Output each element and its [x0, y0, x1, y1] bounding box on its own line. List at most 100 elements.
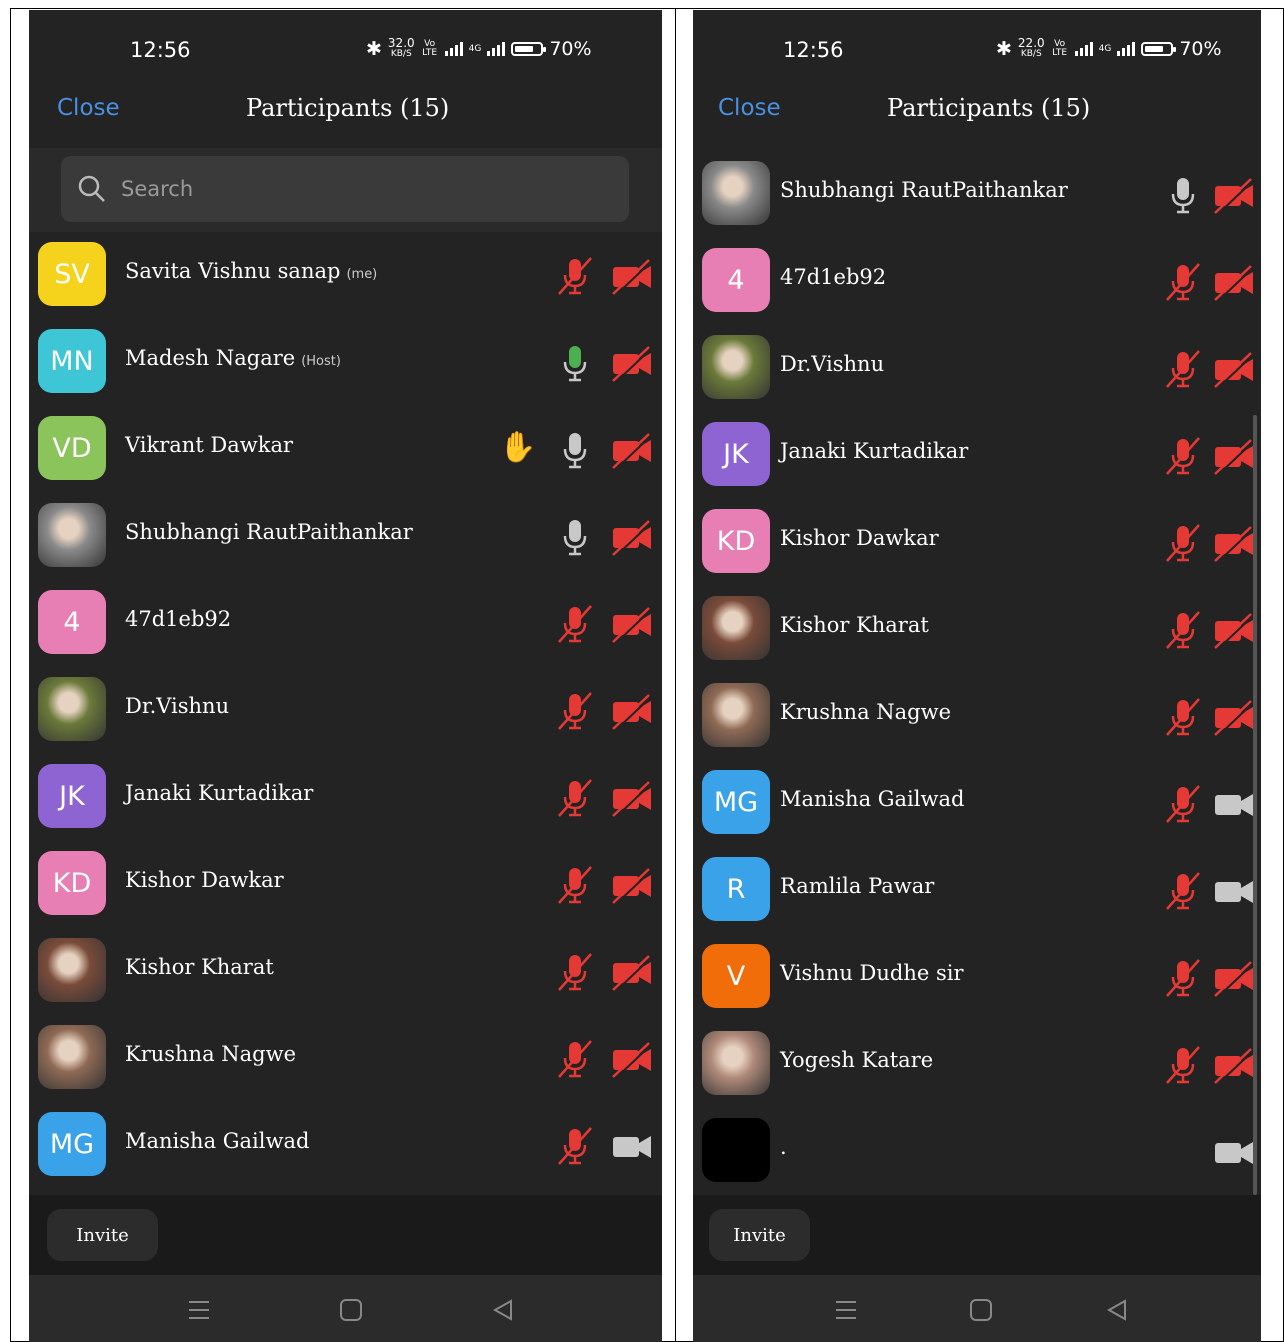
mic-muted-icon[interactable] — [1163, 1045, 1203, 1089]
participant-row[interactable]: Kishor Kharat — [29, 928, 662, 1015]
participant-row[interactable]: 4 47d1eb92 — [29, 580, 662, 667]
back-icon[interactable] — [491, 1299, 515, 1321]
mic-muted-icon[interactable] — [555, 256, 595, 300]
mic-muted-icon[interactable] — [1163, 784, 1203, 828]
menu-icon[interactable] — [187, 1299, 211, 1321]
avatar-photo — [702, 1031, 770, 1095]
search-placeholder: Search — [121, 177, 194, 201]
participant-row[interactable]: KD Kishor Dawkar — [693, 499, 1261, 586]
mic-muted-icon[interactable] — [1163, 697, 1203, 741]
mic-muted-icon[interactable] — [555, 604, 595, 648]
participant-row[interactable]: SV Savita Vishnu sanap (me) — [29, 232, 662, 319]
participant-row[interactable]: R Ramlila Pawar — [693, 847, 1261, 934]
participant-name: Janaki Kurtadikar — [780, 439, 968, 463]
video-off-icon[interactable] — [1213, 523, 1255, 567]
video-off-icon[interactable] — [1213, 262, 1255, 306]
participant-row[interactable]: MN Madesh Nagare (Host) — [29, 319, 662, 406]
participant-row[interactable]: KD Kishor Dawkar — [29, 841, 662, 928]
participant-row[interactable]: JK Janaki Kurtadikar — [693, 412, 1261, 499]
mic-muted-icon[interactable] — [555, 1126, 595, 1170]
mic-muted-icon[interactable] — [555, 778, 595, 822]
video-off-icon[interactable] — [611, 691, 653, 735]
participant-row[interactable]: Dr.Vishnu — [693, 325, 1261, 412]
video-off-icon[interactable] — [611, 865, 653, 909]
mic-icon[interactable] — [555, 343, 595, 387]
invite-button[interactable]: Invite — [47, 1209, 158, 1261]
raised-hand-icon: ✋ — [499, 430, 537, 465]
participant-name: . — [780, 1135, 787, 1159]
video-off-icon[interactable] — [611, 343, 653, 387]
screenshot-right: 12:56 ✱ 22.0 KB/S Vo LTE 4G 70% Close Par… — [693, 10, 1261, 1342]
participant-row[interactable]: Dr.Vishnu — [29, 667, 662, 754]
mic-muted-icon[interactable] — [555, 1039, 595, 1083]
avatar-photo — [702, 161, 770, 225]
participant-row[interactable]: . — [693, 1108, 1261, 1195]
mic-icon[interactable] — [1163, 175, 1203, 219]
video-off-icon[interactable] — [1213, 610, 1255, 654]
video-icon[interactable] — [1213, 871, 1255, 915]
participant-row[interactable]: Krushna Nagwe — [29, 1015, 662, 1102]
video-off-icon[interactable] — [1213, 1045, 1255, 1089]
video-off-icon[interactable] — [611, 604, 653, 648]
video-off-icon[interactable] — [611, 430, 653, 474]
participant-row[interactable]: V Vishnu Dudhe sir — [693, 934, 1261, 1021]
network-type: 4G — [1098, 43, 1112, 54]
search-icon — [78, 175, 105, 202]
video-off-icon[interactable] — [1213, 697, 1255, 741]
search-input[interactable]: Search — [61, 156, 629, 222]
participant-row[interactable]: Shubhangi RautPaithankar — [29, 493, 662, 580]
video-icon[interactable] — [1213, 784, 1255, 828]
video-off-icon[interactable] — [611, 778, 653, 822]
mic-muted-icon[interactable] — [1163, 958, 1203, 1002]
mic-icon[interactable] — [555, 430, 595, 474]
mic-muted-icon[interactable] — [555, 952, 595, 996]
avatar: JK — [702, 422, 770, 486]
mic-muted-icon[interactable] — [1163, 871, 1203, 915]
mic-muted-icon[interactable] — [1163, 610, 1203, 654]
mic-muted-icon[interactable] — [555, 865, 595, 909]
mic-muted-icon[interactable] — [1163, 436, 1203, 480]
mic-icon[interactable] — [555, 517, 595, 561]
participant-row[interactable]: Shubhangi RautPaithankar — [693, 151, 1261, 238]
video-off-icon[interactable] — [611, 1039, 653, 1083]
status-icons: ✱ 32.0 KB/S Vo LTE 4G 70% — [366, 37, 592, 60]
participant-row[interactable]: JK Janaki Kurtadikar — [29, 754, 662, 841]
participant-name-text: Vikrant Dawkar — [125, 433, 294, 457]
video-off-icon[interactable] — [1213, 175, 1255, 219]
video-icon[interactable] — [611, 1126, 653, 1170]
participant-row[interactable]: MG Manisha Gailwad — [29, 1102, 662, 1189]
close-button[interactable]: Close — [57, 95, 120, 121]
menu-icon[interactable] — [834, 1299, 858, 1321]
home-icon[interactable] — [339, 1299, 363, 1321]
participant-name: 47d1eb92 — [780, 265, 886, 289]
participant-row[interactable]: Kishor Kharat — [693, 586, 1261, 673]
close-button[interactable]: Close — [718, 95, 781, 121]
video-off-icon[interactable] — [611, 256, 653, 300]
participant-row[interactable]: MG Manisha Gailwad — [693, 760, 1261, 847]
mic-muted-icon[interactable] — [1163, 349, 1203, 393]
participant-name: Yogesh Katare — [780, 1048, 933, 1072]
video-icon[interactable] — [1213, 1132, 1255, 1176]
back-icon[interactable] — [1105, 1299, 1129, 1321]
invite-button[interactable]: Invite — [709, 1209, 810, 1261]
participant-row[interactable]: Krushna Nagwe — [693, 673, 1261, 760]
mic-muted-icon[interactable] — [555, 691, 595, 735]
scrollbar[interactable] — [1253, 415, 1257, 1195]
participant-row[interactable]: Yogesh Katare — [693, 1021, 1261, 1108]
mic-muted-icon[interactable] — [1163, 523, 1203, 567]
participant-row[interactable]: 4 47d1eb92 — [693, 238, 1261, 325]
video-off-icon[interactable] — [1213, 958, 1255, 1002]
participant-row[interactable]: VD Vikrant Dawkar ✋ — [29, 406, 662, 493]
avatar-photo — [702, 335, 770, 399]
home-icon[interactable] — [969, 1299, 993, 1321]
battery-percent: 70% — [1179, 38, 1222, 60]
footer-bar: Invite — [693, 1195, 1261, 1275]
video-off-icon[interactable] — [1213, 436, 1255, 480]
video-off-icon[interactable] — [611, 952, 653, 996]
video-off-icon[interactable] — [611, 517, 653, 561]
mic-muted-icon[interactable] — [1163, 262, 1203, 306]
video-off-icon[interactable] — [1213, 349, 1255, 393]
participant-name-text: Dr.Vishnu — [780, 352, 885, 376]
avatar-photo — [38, 503, 106, 567]
status-time: 12:56 — [130, 38, 191, 62]
